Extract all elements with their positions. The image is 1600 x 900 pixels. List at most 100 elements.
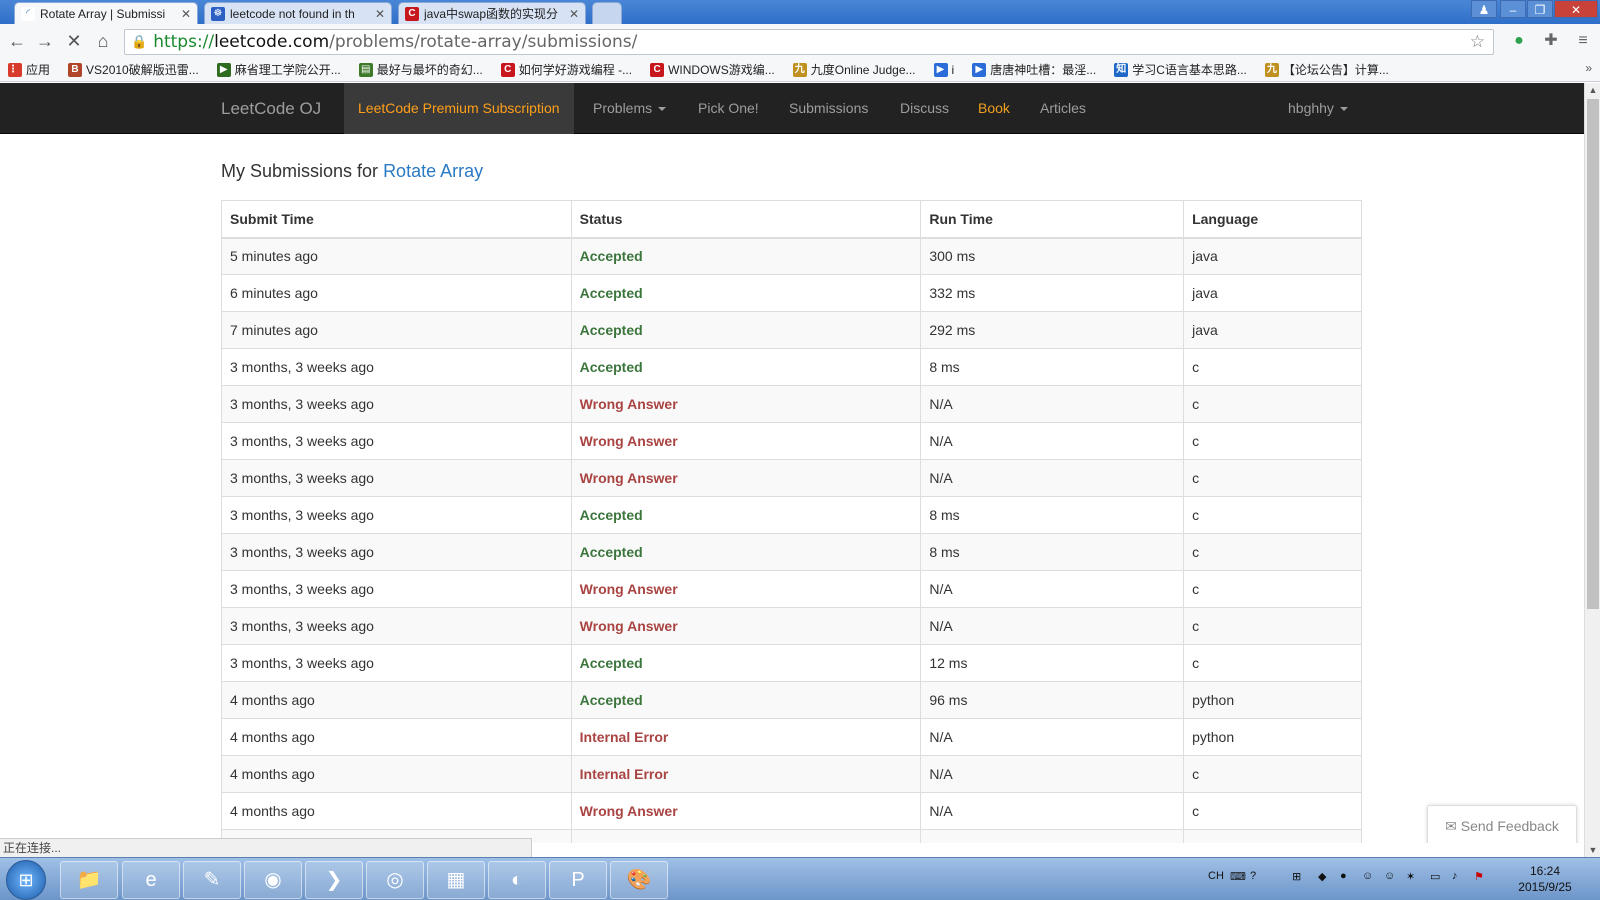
bookmark-item[interactable]: 知学习C语言基本思路... — [1114, 61, 1247, 78]
home-icon[interactable]: ⌂ — [92, 30, 114, 52]
volume-icon[interactable]: ♪ — [1452, 870, 1458, 882]
scroll-down-icon[interactable]: ▼ — [1585, 843, 1600, 857]
column-header-status[interactable]: Status — [570, 200, 922, 239]
column-header-run-time[interactable]: Run Time — [920, 200, 1185, 239]
qq-icon[interactable]: ☺ — [1362, 870, 1373, 882]
status-link[interactable]: Accepted — [580, 692, 643, 708]
restore-icon[interactable]: ❐ — [1527, 0, 1553, 18]
nav-premium-subscription[interactable]: LeetCode Premium Subscription — [344, 83, 574, 134]
ie-icon[interactable]: e — [122, 861, 180, 899]
bookmark-item[interactable]: B VS2010破解版迅雷... — [68, 61, 199, 78]
new-tab-button[interactable] — [592, 2, 622, 24]
stop-icon[interactable]: ✕ — [63, 30, 85, 52]
notepad-icon[interactable]: ✎ — [183, 861, 241, 899]
status-link[interactable]: Internal Error — [580, 766, 669, 782]
status-link[interactable]: Accepted — [580, 359, 643, 375]
tab-rotate-array[interactable]: ◜ Rotate Array | Submissi ✕ — [14, 2, 198, 24]
nav-user-menu[interactable]: hbghhy — [1288, 83, 1348, 134]
tab-java-swap[interactable]: C java中swap函数的实现分 ✕ — [398, 2, 586, 24]
explorer-icon[interactable]: 📁 — [60, 861, 118, 899]
status-link[interactable]: Wrong Answer — [580, 840, 678, 843]
shield-icon[interactable]: ◆ — [1318, 870, 1326, 883]
status-link[interactable]: Accepted — [580, 285, 643, 301]
qq-icon[interactable]: ☺ — [1384, 870, 1395, 882]
status-link[interactable]: Accepted — [580, 248, 643, 264]
nav-discuss[interactable]: Discuss — [900, 83, 949, 134]
powerpoint-icon[interactable]: P — [549, 861, 607, 899]
bookmark-item[interactable]: C WINDOWS游戏编... — [650, 61, 775, 78]
close-icon[interactable]: ✕ — [375, 7, 385, 21]
minimize-icon[interactable]: – — [1500, 0, 1526, 18]
status-link[interactable]: Accepted — [580, 655, 643, 671]
nav-brand[interactable]: LeetCode OJ — [221, 83, 321, 134]
nav-pick-one[interactable]: Pick One! — [698, 83, 759, 134]
address-bar[interactable]: 🔒 https:// leetcode.com /problems/rotate… — [124, 29, 1494, 55]
bookmark-item[interactable]: ▤ 最好与最坏的奇幻... — [358, 61, 483, 78]
bookmark-item[interactable]: 九九度Online Judge... — [792, 61, 916, 78]
bookmark-item[interactable]: ▶ 麻省理工学院公开... — [216, 61, 341, 78]
bookmark-item[interactable]: C 如何学好游戏编程 -... — [500, 61, 632, 78]
table-row: 4 months ago Internal Error N/A c — [221, 755, 1362, 793]
status-cell: Wrong Answer — [570, 570, 922, 608]
column-header-language[interactable]: Language — [1183, 200, 1362, 239]
bookmark-star-icon[interactable]: ☆ — [1470, 32, 1485, 52]
status-link[interactable]: Wrong Answer — [580, 618, 678, 634]
back-icon[interactable]: ← — [6, 30, 28, 52]
bookmark-item[interactable]: ▶ 唐唐神吐槽：最淫... — [972, 61, 1096, 78]
bookmark-label: VS2010破解版迅雷... — [86, 63, 199, 77]
user-icon[interactable]: ♟ — [1471, 0, 1497, 18]
extensions-icon[interactable]: ✚ — [1540, 30, 1562, 52]
update-icon[interactable]: ● — [1340, 870, 1347, 882]
scroll-thumb[interactable] — [1587, 99, 1599, 609]
input-language[interactable]: CH — [1208, 870, 1224, 882]
close-icon[interactable]: ✕ — [181, 7, 191, 21]
status-link[interactable]: Wrong Answer — [580, 581, 678, 597]
system-clock[interactable]: 16:24 2015/9/25 — [1505, 863, 1585, 895]
bookmark-item[interactable]: ⋮⋮ 应用 — [8, 61, 50, 78]
powershell-icon[interactable]: ❯ — [305, 861, 363, 899]
status-link[interactable]: Wrong Answer — [580, 396, 678, 412]
tray-app-icon[interactable]: ✶ — [1406, 870, 1415, 883]
status-link[interactable]: Wrong Answer — [580, 470, 678, 486]
windows-flag-icon[interactable]: ⊞ — [1292, 870, 1301, 883]
language-cell: java — [1183, 274, 1362, 312]
problem-link[interactable]: Rotate Array — [383, 161, 483, 181]
language-cell: python — [1183, 681, 1362, 719]
more-bookmarks-icon[interactable]: » — [1585, 61, 1592, 75]
tab-label: Rotate Array | Submissi — [40, 6, 166, 21]
status-link[interactable]: Wrong Answer — [580, 803, 678, 819]
paint-icon[interactable]: 🎨 — [610, 861, 668, 899]
url-path: /problems/rotate-array/submissions/ — [329, 32, 638, 52]
status-link[interactable]: Accepted — [580, 507, 643, 523]
grammarly-icon[interactable]: ● — [1508, 30, 1530, 52]
scroll-up-icon[interactable]: ▲ — [1585, 83, 1600, 97]
page-scrollbar[interactable]: ▲ ▼ — [1584, 83, 1600, 857]
window-close-icon[interactable]: ✕ — [1554, 0, 1598, 18]
nav-book[interactable]: Book — [978, 83, 1010, 134]
flag-alert-icon[interactable]: ⚑ — [1474, 870, 1484, 883]
calculator-icon[interactable]: ▦ — [427, 861, 485, 899]
start-button[interactable]: ⊞ — [6, 860, 46, 900]
help-icon[interactable]: ? — [1250, 870, 1256, 882]
forward-icon[interactable]: → — [34, 30, 56, 52]
close-icon[interactable]: ✕ — [569, 7, 579, 21]
status-link[interactable]: Accepted — [580, 322, 643, 338]
keyboard-icon[interactable]: ⌨ — [1230, 870, 1246, 883]
network-icon[interactable]: ▭ — [1430, 870, 1440, 883]
chrome-icon[interactable]: ◎ — [366, 861, 424, 899]
send-feedback-button[interactable]: ✉ Send Feedback — [1427, 805, 1577, 843]
status-link[interactable]: Wrong Answer — [580, 433, 678, 449]
status-link[interactable]: Internal Error — [580, 729, 669, 745]
bookmark-item[interactable]: 九【论坛公告】计算... — [1264, 61, 1389, 78]
bookmark-item[interactable]: ▶ i — [933, 62, 954, 77]
nav-problems[interactable]: Problems — [593, 83, 667, 134]
eclipse-icon[interactable]: ◐ — [488, 861, 546, 899]
menu-icon[interactable]: ≡ — [1572, 30, 1594, 52]
column-header-submit-time[interactable]: Submit Time — [221, 200, 572, 239]
nav-articles[interactable]: Articles — [1040, 83, 1086, 134]
media-player-icon[interactable]: ◉ — [244, 861, 302, 899]
status-cell: Internal Error — [570, 718, 922, 756]
status-link[interactable]: Accepted — [580, 544, 643, 560]
tab-leetcode-not-found[interactable]: ☸ leetcode not found in th ✕ — [204, 2, 392, 24]
nav-submissions[interactable]: Submissions — [789, 83, 868, 134]
